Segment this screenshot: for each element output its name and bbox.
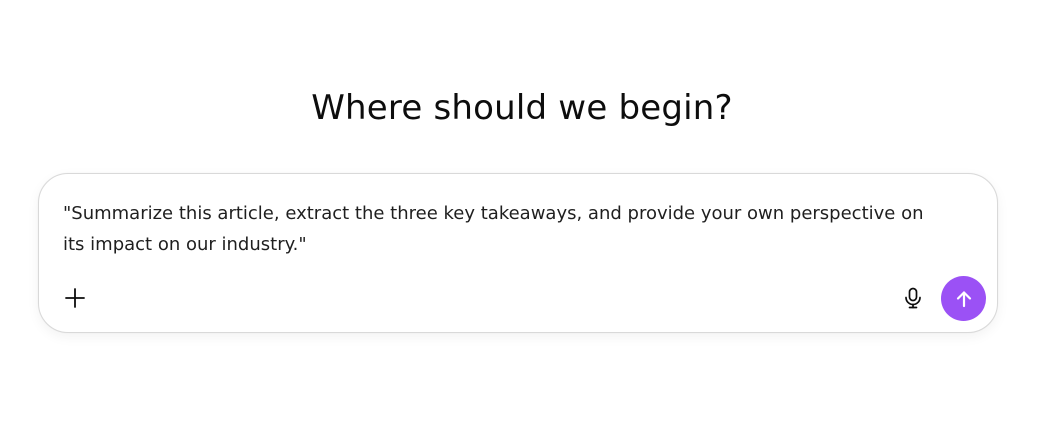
- prompt-input[interactable]: "Summarize this article, extract the thr…: [63, 198, 943, 260]
- arrow-up-icon: [954, 289, 974, 309]
- add-attachment-button[interactable]: [59, 282, 91, 314]
- send-button[interactable]: [941, 276, 986, 321]
- prompt-composer[interactable]: "Summarize this article, extract the thr…: [38, 173, 998, 333]
- plus-icon: [64, 287, 86, 309]
- chat-start-page: Where should we begin? "Summarize this a…: [0, 0, 1044, 426]
- page-title: Where should we begin?: [311, 88, 733, 128]
- microphone-icon: [903, 287, 923, 309]
- voice-input-button[interactable]: [897, 282, 929, 314]
